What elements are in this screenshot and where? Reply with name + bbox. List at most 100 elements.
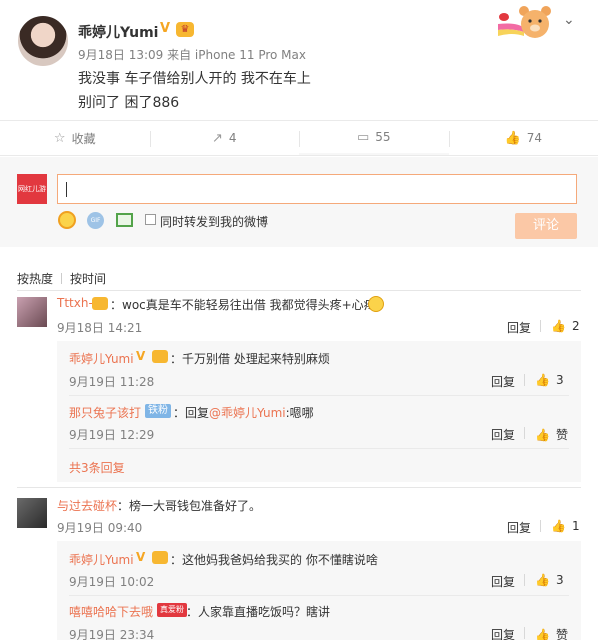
reply-time: 9月19日 10:02 bbox=[69, 575, 155, 589]
commenter-avatar[interactable] bbox=[17, 297, 47, 327]
reply-button[interactable]: 回复 bbox=[491, 426, 515, 443]
like-count: 3 bbox=[555, 573, 564, 587]
vip-crown-icon bbox=[152, 551, 168, 564]
divider bbox=[524, 627, 525, 639]
reply-text: ：人家靠直播吃饭吗？瞎讲 bbox=[186, 605, 331, 619]
vip-crown-icon bbox=[92, 297, 108, 310]
reply-time: 9月19日 23:34 bbox=[69, 628, 155, 640]
bear-sticker-icon bbox=[498, 6, 551, 38]
verified-icon: V bbox=[136, 550, 146, 564]
chevron-down-icon[interactable]: ⌄ bbox=[563, 12, 575, 28]
reply-time: 9月19日 11:28 bbox=[69, 375, 155, 389]
thumb-up-icon: 👍 bbox=[551, 519, 566, 533]
more-replies-link[interactable]: 共3条回复 bbox=[69, 459, 125, 476]
author-avatar[interactable] bbox=[18, 16, 68, 66]
reply-text-prefix: ：回复 bbox=[173, 406, 210, 420]
comment-time: 9月19日 09:40 bbox=[57, 521, 143, 535]
comment-count: 55 bbox=[375, 130, 391, 144]
verified-icon: V bbox=[136, 349, 146, 363]
reply-button[interactable]: 回复 bbox=[507, 519, 531, 536]
reply-user[interactable]: 那只兔子该打 bbox=[69, 404, 141, 421]
repost-checkbox[interactable] bbox=[145, 214, 156, 225]
emoji-icon[interactable] bbox=[58, 211, 76, 229]
reply-text-suffix: :嗯哪 bbox=[285, 406, 314, 420]
comment-user[interactable]: Tttxh- bbox=[57, 296, 93, 310]
divider bbox=[69, 595, 569, 596]
sort-by-time[interactable]: 按时间 bbox=[70, 270, 106, 287]
like-label: 赞 bbox=[555, 628, 568, 640]
divider bbox=[540, 520, 541, 532]
comment-like-button[interactable]: 👍 1 bbox=[551, 519, 580, 533]
like-button[interactable]: 👍 74 bbox=[448, 121, 598, 155]
reply-button[interactable]: 回复 bbox=[491, 573, 515, 590]
sort-divider bbox=[61, 273, 63, 284]
divider bbox=[540, 320, 541, 332]
reply-user[interactable]: 嘻嘻哈哈下去哦 bbox=[69, 603, 153, 620]
mention-link[interactable]: @乖婷儿Yumi bbox=[209, 406, 286, 420]
post-text-line-2: 别问了 困了886 bbox=[78, 95, 180, 111]
favorite-label: 收藏 bbox=[71, 131, 96, 146]
vip-crown-icon: ♛ bbox=[176, 22, 194, 37]
reply-button[interactable]: 回复 bbox=[491, 373, 515, 390]
divider bbox=[524, 374, 525, 386]
sort-by-hot[interactable]: 按热度 bbox=[17, 270, 53, 287]
comment-button[interactable]: ▭ 55 bbox=[299, 121, 449, 155]
comment-composer: 网红儿游 GIF 同时转发到我的微博 评论 bbox=[0, 157, 598, 247]
thumb-up-icon: 👍 bbox=[535, 573, 550, 587]
like-count: 74 bbox=[526, 131, 542, 145]
reply-like-button[interactable]: 👍 3 bbox=[535, 573, 564, 587]
fan-badge: 真爱粉 bbox=[157, 603, 187, 617]
comment-user[interactable]: 与过去碰杯 bbox=[57, 497, 117, 514]
divider bbox=[17, 290, 581, 291]
divider bbox=[524, 427, 525, 439]
repost-checkbox-label[interactable]: 同时转发到我的微博 bbox=[160, 213, 268, 230]
post-action-bar: ☆ 收藏 ↗ 4 ▭ 55 👍 74 bbox=[0, 120, 598, 156]
repost-count: 4 bbox=[228, 131, 237, 145]
like-count: 2 bbox=[571, 319, 580, 333]
reply-time: 9月19日 12:29 bbox=[69, 428, 155, 442]
submit-comment-button[interactable]: 评论 bbox=[515, 213, 577, 239]
divider bbox=[69, 448, 569, 449]
reply-text: ：回复@乖婷儿Yumi:嗯哪 bbox=[173, 404, 314, 421]
reply-button[interactable]: 回复 bbox=[491, 626, 515, 640]
thumb-up-icon: 👍 bbox=[535, 628, 550, 640]
fan-badge: 铁粉 bbox=[145, 404, 171, 418]
like-count: 1 bbox=[571, 519, 580, 533]
comment-text: ：榜一大哥钱包准备好了。 bbox=[117, 499, 262, 513]
divider bbox=[17, 487, 581, 488]
post-meta: 9月18日 13:09 来自 iPhone 11 Pro Max bbox=[78, 48, 306, 62]
thumb-up-icon: 👍 bbox=[535, 373, 550, 387]
reply-like-button[interactable]: 👍 3 bbox=[535, 373, 564, 387]
thumb-up-icon: 👍 bbox=[535, 428, 550, 442]
comment-text: ：woc真是车不能轻易往出借 我都觉得头疼+心疼 bbox=[110, 298, 376, 312]
divider bbox=[69, 395, 569, 396]
comment-time: 9月18日 14:21 bbox=[57, 321, 143, 335]
repost-button[interactable]: ↗ 4 bbox=[149, 121, 300, 155]
my-avatar: 网红儿游 bbox=[17, 174, 47, 204]
commenter-avatar[interactable] bbox=[17, 498, 47, 528]
comment-input[interactable] bbox=[57, 174, 577, 204]
reply-user[interactable]: 乖婷儿Yumi bbox=[69, 551, 134, 568]
post-text-line-1: 我没事 车子借给别人开的 我不在车上 bbox=[78, 71, 311, 87]
post-author[interactable]: 乖婷儿Yumi bbox=[78, 22, 158, 42]
favorite-button[interactable]: ☆ 收藏 bbox=[0, 121, 150, 155]
comment-sort: 按热度 按时间 bbox=[17, 270, 106, 287]
reply-user[interactable]: 乖婷儿Yumi bbox=[69, 350, 134, 367]
reply-like-button[interactable]: 👍 赞 bbox=[535, 626, 568, 640]
like-label: 赞 bbox=[555, 428, 568, 442]
reply-text: ：千万别借 处理起来特别麻烦 bbox=[170, 352, 330, 366]
reply-button[interactable]: 回复 bbox=[507, 319, 531, 336]
comment-like-button[interactable]: 👍 2 bbox=[551, 319, 580, 333]
vip-crown-icon bbox=[152, 350, 168, 363]
image-icon[interactable] bbox=[116, 213, 133, 227]
thumb-up-icon: 👍 bbox=[551, 319, 566, 333]
thumb-up-icon: 👍 bbox=[504, 130, 521, 146]
sad-emoji-icon bbox=[368, 296, 384, 312]
verified-icon: V bbox=[160, 21, 171, 36]
reply-like-button[interactable]: 👍 赞 bbox=[535, 426, 568, 443]
weibo-post: 乖婷儿Yumi V ♛ 9月18日 13:09 来自 iPhone 11 Pro… bbox=[0, 0, 598, 120]
like-count: 3 bbox=[555, 373, 564, 387]
gif-icon[interactable]: GIF bbox=[87, 212, 104, 229]
comment-icon: ▭ bbox=[356, 129, 370, 145]
star-icon: ☆ bbox=[53, 130, 66, 146]
